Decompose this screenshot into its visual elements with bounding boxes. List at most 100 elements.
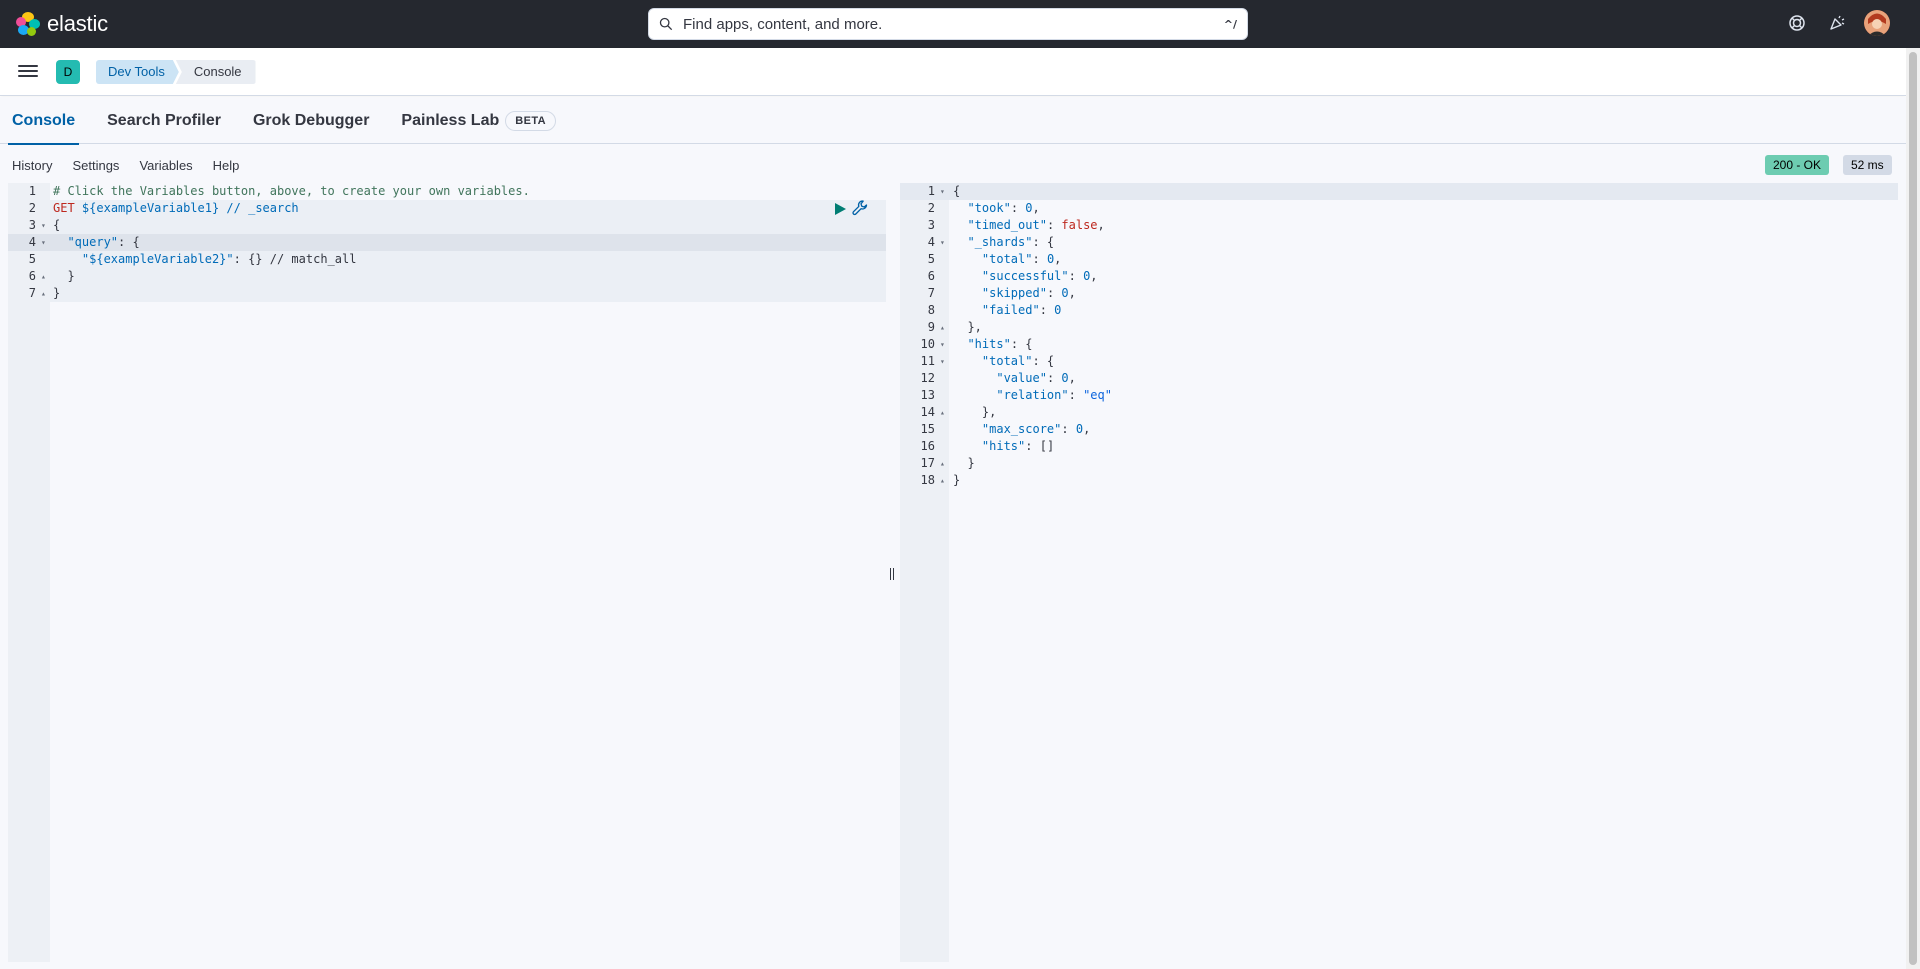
- fold-toggle-icon[interactable]: ▴: [940, 319, 945, 336]
- newsfeed-icon[interactable]: [1824, 10, 1850, 36]
- response-token: "failed": [981, 303, 1040, 317]
- response-line: "total": 0,: [953, 251, 1112, 268]
- response-gutter-row: 12: [900, 370, 949, 387]
- beta-badge: BETA: [505, 110, 556, 131]
- response-line: {: [953, 183, 1112, 200]
- response-token: "total": [981, 354, 1033, 368]
- variables-link[interactable]: Variables: [139, 158, 192, 173]
- response-token: "skipped": [981, 286, 1047, 300]
- response-line-number: 6: [927, 269, 935, 283]
- global-search[interactable]: ^/: [648, 8, 1248, 40]
- fold-toggle-icon[interactable]: ▴: [940, 472, 945, 489]
- search-input[interactable]: [683, 15, 1224, 33]
- fold-toggle-icon[interactable]: ▾: [940, 234, 945, 251]
- response-token: }: [953, 473, 961, 487]
- request-line: }: [67, 269, 75, 283]
- response-token: :: [1010, 201, 1026, 215]
- response-token: "eq": [1083, 388, 1112, 402]
- response-line-number: 2: [927, 201, 935, 215]
- response-line: "timed_out": false,: [953, 217, 1112, 234]
- response-token: ,: [1090, 269, 1098, 283]
- response-token: :: [1061, 422, 1076, 436]
- response-gutter-row: 9 ▴: [900, 319, 949, 336]
- fold-toggle-icon[interactable]: ▴: [940, 455, 945, 472]
- response-line: "relation": "eq": [953, 387, 1112, 404]
- response-line-numbers: 1 ▾ 2 3 4 ▾ 5 6 7 8 9 ▴ 10 ▾ 11 ▾ 12 13 14 ▴ 15 16 17 ▴ 18 ▴: [900, 183, 949, 489]
- response-gutter-row: 2: [900, 200, 949, 217]
- console-toolbar: History Settings Variables Help 200 - OK…: [0, 144, 1906, 184]
- response-token: :: [1046, 218, 1062, 232]
- page-scrollbar[interactable]: [1906, 48, 1920, 969]
- response-gutter-row: 8: [900, 302, 949, 319]
- response-token: "timed_out": [967, 218, 1047, 232]
- help-icon[interactable]: [1784, 10, 1810, 36]
- wrench-icon[interactable]: [851, 199, 869, 217]
- request-comment: # Click the Variables button, above, to …: [53, 184, 530, 198]
- fold-toggle-icon[interactable]: ▴: [41, 285, 46, 302]
- response-gutter-row: 6: [900, 268, 949, 285]
- dev-tools-tabs: Console Search Profiler Grok Debugger Pa…: [0, 97, 1906, 145]
- response-token: false: [1061, 218, 1098, 232]
- response-line-number: 11: [920, 354, 935, 368]
- breadcrumb-dev-tools[interactable]: Dev Tools: [96, 60, 179, 84]
- request-url: ${exampleVariable1} // _search: [81, 201, 299, 215]
- request-gutter-row: 4 ▾: [8, 234, 50, 251]
- space-avatar[interactable]: D: [56, 60, 80, 84]
- response-line: "failed": 0: [953, 302, 1112, 319]
- response-gutter-row: 3: [900, 217, 949, 234]
- response-token: "total": [981, 252, 1033, 266]
- response-token: "value": [996, 371, 1047, 385]
- response-line-number: 17: [920, 456, 935, 470]
- response-code: { "took": 0, "timed_out": false, "_shard…: [953, 183, 1112, 489]
- help-link[interactable]: Help: [213, 158, 240, 173]
- response-token: 0: [1061, 286, 1069, 300]
- request-gutter-row: 2: [8, 200, 50, 217]
- menu-icon[interactable]: [18, 62, 38, 80]
- tab-painless-lab[interactable]: Painless Lab BETA: [401, 97, 556, 144]
- timing-badge: 52 ms: [1843, 155, 1892, 175]
- user-avatar[interactable]: [1864, 10, 1890, 36]
- response-token: },: [967, 320, 982, 334]
- request-line-number: 1: [28, 184, 36, 198]
- request-line: {: [53, 218, 61, 232]
- fold-toggle-icon[interactable]: ▾: [940, 336, 945, 353]
- tab-grok-debugger[interactable]: Grok Debugger: [253, 97, 369, 144]
- response-line-number: 7: [927, 286, 935, 300]
- panel-resize-handle[interactable]: [890, 567, 896, 581]
- response-line: "hits": []: [953, 438, 1112, 455]
- request-line-number: 6: [28, 269, 36, 283]
- response-line-number: 12: [920, 371, 935, 385]
- request-editor[interactable]: 1 2 3 ▾ 4 ▾ 5 6 ▴ 7 ▴ # Click the Variables button…: [8, 183, 886, 962]
- request-line-number: 2: [28, 201, 36, 215]
- elastic-logo-icon: [16, 12, 40, 36]
- request-gutter-row: 1: [8, 183, 50, 200]
- request-code[interactable]: # Click the Variables button, above, to …: [53, 183, 530, 302]
- fold-toggle-icon[interactable]: ▾: [940, 183, 945, 200]
- elastic-logo[interactable]: elastic: [16, 10, 108, 38]
- response-token: }: [967, 456, 975, 470]
- tab-console[interactable]: Console: [7, 97, 80, 145]
- tab-search-profiler[interactable]: Search Profiler: [107, 97, 221, 144]
- history-link[interactable]: History: [12, 158, 52, 173]
- request-gutter-row: 6 ▴: [8, 268, 50, 285]
- play-icon[interactable]: [832, 201, 848, 217]
- response-gutter-row: 15: [900, 421, 949, 438]
- response-token: "hits": [981, 439, 1026, 453]
- response-line-number: 13: [920, 388, 935, 402]
- fold-toggle-icon[interactable]: ▾: [41, 217, 46, 234]
- fold-toggle-icon[interactable]: ▾: [940, 353, 945, 370]
- fold-toggle-icon[interactable]: ▴: [940, 404, 945, 421]
- response-token: "successful": [981, 269, 1069, 283]
- response-token: : {: [1010, 337, 1033, 351]
- request-line-number: 4: [28, 235, 36, 249]
- response-line-number: 16: [920, 439, 935, 453]
- response-token: :: [1068, 388, 1084, 402]
- response-viewer[interactable]: 1 ▾ 2 3 4 ▾ 5 6 7 8 9 ▴ 10 ▾ 11 ▾ 12 13 14 ▴ 15 16 17 ▴ 18 ▴ { "t…: [900, 183, 1898, 962]
- search-icon: [659, 17, 673, 31]
- fold-toggle-icon[interactable]: ▾: [41, 234, 46, 251]
- request-gutter-row: 3 ▾: [8, 217, 50, 234]
- settings-link[interactable]: Settings: [72, 158, 119, 173]
- response-line: }: [953, 455, 1112, 472]
- scrollbar-thumb[interactable]: [1909, 52, 1917, 965]
- fold-toggle-icon[interactable]: ▴: [41, 268, 46, 285]
